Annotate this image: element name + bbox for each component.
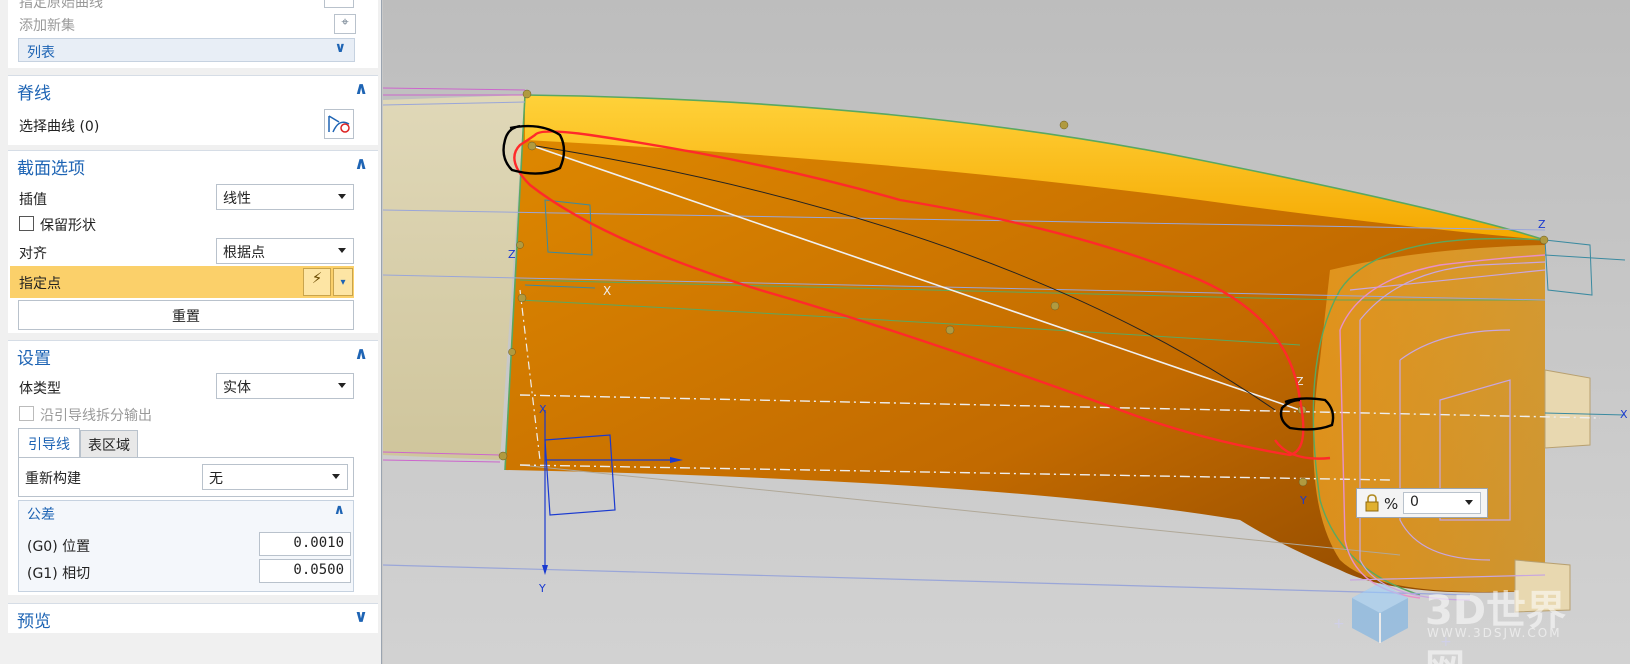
- rebuild-label: 重新构建: [25, 471, 81, 487]
- tab-guide[interactable]: 引导线: [18, 428, 80, 458]
- specify-point-row[interactable]: 指定点 ⚡ ▾: [10, 266, 354, 298]
- g0-label: (G0) 位置: [27, 539, 91, 555]
- axis-label-x: X: [539, 403, 547, 416]
- tolerance-group: 公差 ∧ (G0) 位置 0.0010 (G1) 相切 0.0500: [18, 500, 354, 592]
- dropdown-arrow-icon: [338, 248, 346, 253]
- add-new-set-label: 添加新集: [19, 18, 75, 34]
- percent-value: 0: [1410, 494, 1419, 510]
- dialog-panel: 指定原始曲线 添加新集 ⌖ 列表 ∨ 脊线 ∧ 选择曲线 (0) 截面选项 ∧ …: [0, 0, 382, 664]
- dropdown-arrow-icon: [1465, 500, 1473, 505]
- axis-label-y: Y: [538, 582, 546, 595]
- add-new-set-button[interactable]: ⌖: [334, 14, 356, 34]
- axis-label-z-right: Z: [1538, 218, 1546, 231]
- guide-tab-panel: 重新构建 无: [18, 457, 354, 497]
- preview-title: 预览: [17, 612, 51, 632]
- curve-select-button[interactable]: [324, 0, 354, 8]
- chevron-up-icon: ∧: [333, 502, 345, 518]
- chevron-up-icon: ∧: [354, 79, 368, 99]
- interpolation-dropdown[interactable]: 线性: [216, 184, 354, 210]
- tab-surface-region[interactable]: 表区域: [80, 430, 138, 458]
- rebuild-value: 无: [209, 471, 223, 487]
- tolerance-title: 公差: [27, 507, 55, 523]
- split-output-label: 沿引导线拆分输出: [40, 408, 152, 424]
- point-snap-icon[interactable]: ⚡: [303, 268, 331, 296]
- axis-label-y-mid: Y: [1299, 494, 1307, 507]
- axis-label-x-right: X: [1620, 408, 1628, 421]
- percent-symbol: %: [1384, 495, 1399, 513]
- chevron-up-icon: ∧: [354, 344, 368, 364]
- axis-label-x-2: X: [603, 284, 611, 298]
- body-type-dropdown[interactable]: 实体: [216, 373, 354, 399]
- select-curve-button[interactable]: [324, 109, 354, 139]
- specify-point-label: 指定点: [19, 276, 61, 292]
- dropdown-arrow-icon: [332, 474, 340, 479]
- align-dropdown[interactable]: 根据点: [216, 238, 354, 264]
- list-label: 列表: [27, 45, 55, 61]
- align-value: 根据点: [223, 245, 265, 261]
- graphics-viewport[interactable]: Y X X Z Z X Z Y + +: [383, 0, 1630, 664]
- list-toggle[interactable]: 列表 ∨: [18, 38, 355, 62]
- curve-select-icon: [328, 115, 350, 133]
- section-options-title: 截面选项: [17, 159, 85, 179]
- model-canvas[interactable]: Y X X Z Z X Z Y + +: [383, 0, 1630, 664]
- section-options-group: 截面选项 ∧ 插值 线性 保留形状 对齐 根据点 指定点 ⚡ ▾ 重置: [8, 150, 378, 333]
- reset-button[interactable]: 重置: [18, 300, 354, 330]
- percent-widget[interactable]: % 0: [1356, 488, 1488, 518]
- split-output-checkbox[interactable]: [19, 406, 34, 421]
- interpolation-value: 线性: [223, 191, 251, 207]
- interpolation-label: 插值: [19, 192, 47, 208]
- settings-title: 设置: [17, 349, 51, 369]
- watermark: 3D世界网 WWW.3DSJW.COM: [1345, 578, 1605, 664]
- spine-header[interactable]: 脊线 ∧: [8, 75, 378, 104]
- body-type-value: 实体: [223, 380, 251, 396]
- rebuild-dropdown[interactable]: 无: [202, 464, 348, 490]
- lock-icon[interactable]: [1365, 494, 1379, 512]
- keep-shape-checkbox[interactable]: [19, 216, 34, 231]
- align-label: 对齐: [19, 246, 47, 262]
- plus-marker-icon: +: [1333, 616, 1345, 632]
- select-curve-label: 选择曲线 (0): [19, 119, 100, 135]
- end-cap-block: [1544, 369, 1591, 449]
- chevron-down-icon: ∧: [354, 607, 368, 627]
- settings-group: 设置 ∧ 体类型 实体 沿引导线拆分输出 引导线 表区域 重新构建 无 公差 ∧…: [8, 340, 378, 595]
- specify-original-curve-label: 指定原始曲线: [19, 0, 103, 11]
- spine-group: 脊线 ∧ 选择曲线 (0): [8, 75, 378, 145]
- g1-label: (G1) 相切: [27, 566, 91, 582]
- watermark-cube-logo: [1352, 583, 1408, 643]
- axis-label-z: Z: [508, 248, 516, 261]
- percent-value-dropdown[interactable]: 0: [1403, 492, 1481, 514]
- chevron-down-icon: ∨: [334, 40, 346, 56]
- spine-title: 脊线: [17, 84, 51, 104]
- body-type-label: 体类型: [19, 381, 61, 397]
- watermark-text: 3D世界网: [1425, 588, 1567, 664]
- watermark-url: WWW.3DSJW.COM: [1427, 626, 1562, 640]
- dropdown-arrow-icon: [338, 383, 346, 388]
- keep-shape-label: 保留形状: [40, 218, 96, 234]
- preview-group: 预览 ∧: [8, 603, 378, 633]
- dropdown-arrow-icon: [338, 194, 346, 199]
- section-list-card: 指定原始曲线 添加新集 ⌖ 列表 ∨: [8, 0, 378, 68]
- section-options-header[interactable]: 截面选项 ∧: [8, 150, 378, 179]
- g1-input[interactable]: 0.0500: [259, 559, 351, 583]
- tolerance-header[interactable]: 公差 ∧: [19, 501, 353, 525]
- point-menu-arrow-icon[interactable]: ▾: [333, 268, 353, 296]
- chevron-up-icon: ∧: [354, 154, 368, 174]
- preview-header[interactable]: 预览 ∧: [8, 603, 378, 632]
- g0-input[interactable]: 0.0010: [259, 532, 351, 556]
- settings-header[interactable]: 设置 ∧: [8, 340, 378, 369]
